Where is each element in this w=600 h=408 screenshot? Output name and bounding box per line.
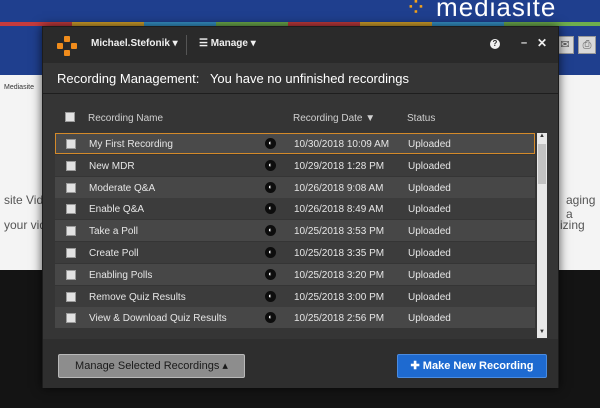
recording-name: New MDR [89,161,135,172]
recording-name: Enabling Polls [89,270,153,281]
table-row[interactable]: Moderate Q&A ◐ 10/26/2018 9:08 AM Uploaded [55,177,535,198]
recording-status: Uploaded [408,248,451,259]
recording-name: Remove Quiz Results [89,292,186,303]
recording-status: Uploaded [408,270,451,281]
row-checkbox[interactable] [66,292,76,302]
recordings-table: My First Recording ◐ 10/30/2018 10:09 AM Up… [55,133,547,338]
close-icon[interactable]: ✕ [537,36,547,50]
recording-date: 10/30/2018 10:09 AM [294,139,390,150]
recording-date: 10/25/2018 2:56 PM [294,313,385,324]
table-row[interactable]: Create Poll ◐ 10/25/2018 3:35 PM Uploaded [55,242,535,263]
globe-icon[interactable]: ◐ [265,160,276,171]
globe-icon[interactable]: ◐ [265,291,276,302]
topbar-divider [186,35,187,55]
background-logo-text: mediasite [436,0,557,22]
row-checkbox[interactable] [66,161,76,171]
background-text: aging a [566,193,596,221]
table-row[interactable]: View & Download Quiz Results ◐ 10/25/2018 … [55,307,535,328]
make-new-recording-button[interactable]: ✚ Make New Recording [397,354,547,378]
globe-icon[interactable]: ◐ [265,312,276,323]
globe-icon[interactable]: ◐ [265,203,276,214]
recording-name: Moderate Q&A [89,183,156,194]
dialog-title: Recording Management: You have no unfini… [57,71,409,86]
row-checkbox[interactable] [66,248,76,258]
dialog-topbar: Michael.Stefonik ▾ ☰ Manage ▾ ? – ✕ [43,27,558,63]
recording-date: 10/25/2018 3:35 PM [294,248,385,259]
row-checkbox[interactable] [66,139,76,149]
scroll-up-icon[interactable]: ▲ [537,133,547,142]
recording-date: 10/29/2018 1:28 PM [294,161,385,172]
row-checkbox[interactable] [66,183,76,193]
mediasite-logo-icon [57,36,77,56]
print-icon[interactable]: ⎙ [578,36,596,54]
table-row[interactable]: My First Recording ◐ 10/30/2018 10:09 AM Up… [55,133,535,154]
recording-date: 10/26/2018 9:08 AM [294,183,384,194]
recording-date: 10/25/2018 3:53 PM [294,226,385,237]
column-header-name[interactable]: Recording Name [88,113,163,124]
row-checkbox[interactable] [66,204,76,214]
recording-status: Uploaded [408,226,451,237]
column-header-date[interactable]: Recording Date ▼ [293,113,375,124]
globe-icon[interactable]: ◐ [265,182,276,193]
recording-status: Uploaded [408,292,451,303]
recording-name: Create Poll [89,248,139,259]
dialog-footer: Manage Selected Recordings ▴ ✚ Make New … [43,339,558,388]
recording-status: Uploaded [408,204,451,215]
scroll-thumb[interactable] [538,144,546,184]
row-checkbox[interactable] [66,270,76,280]
globe-icon[interactable]: ◐ [265,225,276,236]
table-row[interactable]: New MDR ◐ 10/29/2018 1:28 PM Uploaded [55,155,535,176]
background-text: izing [560,218,585,232]
column-header-status[interactable]: Status [407,113,435,124]
title-divider [43,93,558,94]
recording-name: Enable Q&A [89,204,145,215]
row-checkbox[interactable] [66,313,76,323]
recording-status: Uploaded [408,139,451,150]
recording-management-dialog: Michael.Stefonik ▾ ☰ Manage ▾ ? – ✕ Reco… [42,26,559,388]
recording-name: View & Download Quiz Results [89,313,227,324]
help-icon[interactable]: ? [490,39,500,49]
recording-status: Uploaded [408,313,451,324]
table-row[interactable]: Enabling Polls ◐ 10/25/2018 3:20 PM Uploade… [55,264,535,285]
table-row[interactable]: Remove Quiz Results ◐ 10/25/2018 3:00 PM Up… [55,286,535,307]
globe-icon[interactable]: ◐ [265,269,276,280]
minimize-icon[interactable]: – [521,37,527,49]
user-menu[interactable]: Michael.Stefonik ▾ [91,38,178,49]
recording-date: 10/25/2018 3:00 PM [294,292,385,303]
background-logo: ⁘ mediasite [405,0,556,23]
manage-menu[interactable]: ☰ Manage ▾ [199,38,256,49]
recording-date: 10/26/2018 8:49 AM [294,204,384,215]
table-header: Recording Name Recording Date ▼ Status [55,105,547,131]
manage-selected-recordings-button[interactable]: Manage Selected Recordings ▴ [58,354,245,378]
recording-name: Take a Poll [89,226,138,237]
recording-status: Uploaded [408,161,451,172]
table-row[interactable]: Take a Poll ◐ 10/25/2018 3:53 PM Uploaded [55,220,535,241]
background-text: your vid [4,218,47,232]
recording-name: My First Recording [89,139,173,150]
row-checkbox[interactable] [66,226,76,236]
scroll-down-icon[interactable]: ▼ [537,329,547,338]
globe-icon[interactable]: ◐ [265,247,276,258]
table-row[interactable]: Enable Q&A ◐ 10/26/2018 8:49 AM Uploaded [55,198,535,219]
select-all-checkbox[interactable] [65,112,75,122]
recording-status: Uploaded [408,183,451,194]
recording-date: 10/25/2018 3:20 PM [294,270,385,281]
background-breadcrumb: Mediasite [4,84,34,91]
table-scrollbar[interactable]: ▲ ▼ [537,133,547,338]
globe-icon[interactable]: ◐ [265,138,276,149]
